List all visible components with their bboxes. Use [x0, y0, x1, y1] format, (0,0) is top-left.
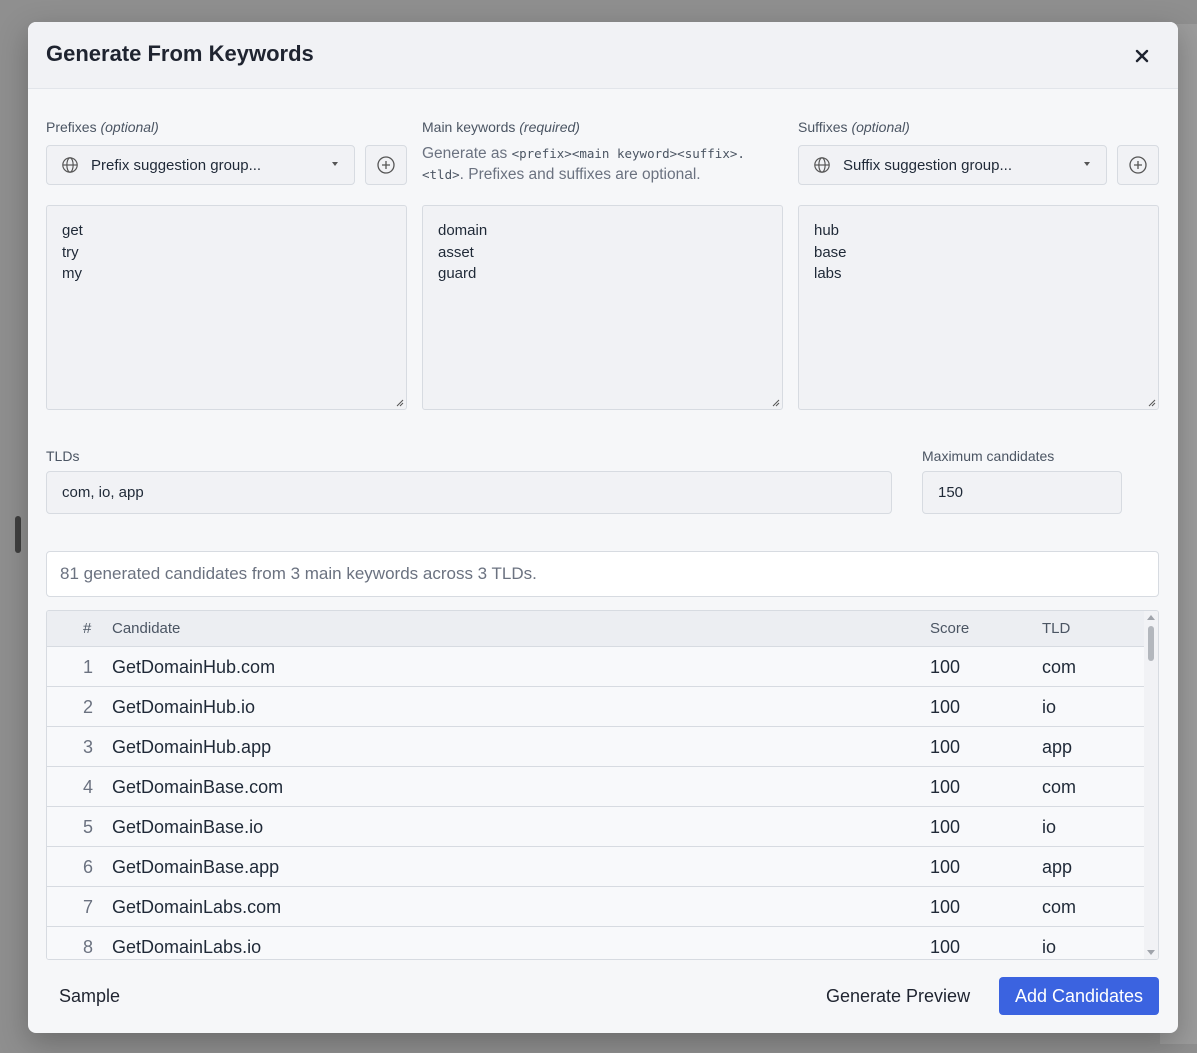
prefixes-label: Prefixes (optional) [46, 119, 159, 135]
scroll-up-arrow-icon[interactable] [1147, 615, 1155, 620]
modal-header: Generate From Keywords [28, 22, 1178, 89]
table-row[interactable]: 8 GetDomainLabs.io 100 io [47, 927, 1145, 959]
header-score[interactable]: Score [930, 611, 969, 647]
plus-circle-icon [377, 156, 395, 174]
add-suffix-group-button[interactable] [1117, 145, 1159, 185]
suffixes-label: Suffixes (optional) [798, 119, 910, 135]
close-button[interactable] [1130, 44, 1154, 68]
table-header: # Candidate Score TLD [47, 611, 1145, 647]
sample-button[interactable]: Sample [59, 986, 120, 1007]
header-candidate[interactable]: Candidate [112, 611, 180, 647]
main-keywords-textarea[interactable]: domain asset guard [422, 205, 783, 410]
table-row[interactable]: 1 GetDomainHub.com 100 com [47, 647, 1145, 687]
add-candidates-button[interactable]: Add Candidates [999, 977, 1159, 1015]
add-prefix-group-button[interactable] [365, 145, 407, 185]
main-keywords-label: Main keywords (required) [422, 119, 580, 135]
table-row[interactable]: 4 GetDomainBase.com 100 com [47, 767, 1145, 807]
table-row[interactable]: 6 GetDomainBase.app 100 app [47, 847, 1145, 887]
background-resize-handle [15, 516, 21, 553]
max-candidates-input[interactable]: 150 [922, 471, 1122, 514]
table-row[interactable]: 5 GetDomainBase.io 100 io [47, 807, 1145, 847]
prefix-select-value: Prefix suggestion group... [91, 156, 262, 174]
resize-handle-icon[interactable] [394, 397, 404, 407]
resize-handle-icon[interactable] [770, 397, 780, 407]
tlds-input[interactable]: com, io, app [46, 471, 892, 514]
max-candidates-label: Maximum candidates [922, 448, 1055, 464]
generate-from-keywords-modal: Generate From Keywords Prefixes (optiona… [28, 22, 1178, 1033]
suffixes-textarea[interactable]: hub base labs [798, 205, 1159, 410]
chevron-down-icon [1084, 162, 1090, 166]
prefix-suggestion-select[interactable]: Prefix suggestion group... [46, 145, 355, 185]
globe-icon [814, 157, 830, 173]
scrollbar-thumb[interactable] [1148, 626, 1154, 661]
generation-summary: 81 generated candidates from 3 main keyw… [46, 551, 1159, 597]
table-row[interactable]: 2 GetDomainHub.io 100 io [47, 687, 1145, 727]
chevron-down-icon [332, 162, 338, 166]
main-keywords-hint: Generate as <prefix><main keyword><suffi… [422, 145, 745, 183]
table-scrollbar[interactable] [1144, 611, 1158, 959]
globe-icon [62, 157, 78, 173]
header-tld[interactable]: TLD [1042, 611, 1070, 647]
resize-handle-icon[interactable] [1146, 397, 1156, 407]
plus-circle-icon [1129, 156, 1147, 174]
table-row[interactable]: 3 GetDomainHub.app 100 app [47, 727, 1145, 767]
close-icon [1135, 49, 1149, 63]
table-row[interactable]: 7 GetDomainLabs.com 100 com [47, 887, 1145, 927]
prefixes-textarea[interactable]: get try my [46, 205, 407, 410]
candidates-table: # Candidate Score TLD 1 GetDomainHub.com… [46, 610, 1159, 960]
generate-preview-button[interactable]: Generate Preview [826, 986, 970, 1007]
header-num: # [83, 620, 92, 637]
tlds-label: TLDs [46, 448, 80, 464]
modal-title: Generate From Keywords [46, 41, 314, 66]
scroll-down-arrow-icon[interactable] [1147, 950, 1155, 955]
suffix-select-value: Suffix suggestion group... [843, 156, 1012, 174]
suffix-suggestion-select[interactable]: Suffix suggestion group... [798, 145, 1107, 185]
